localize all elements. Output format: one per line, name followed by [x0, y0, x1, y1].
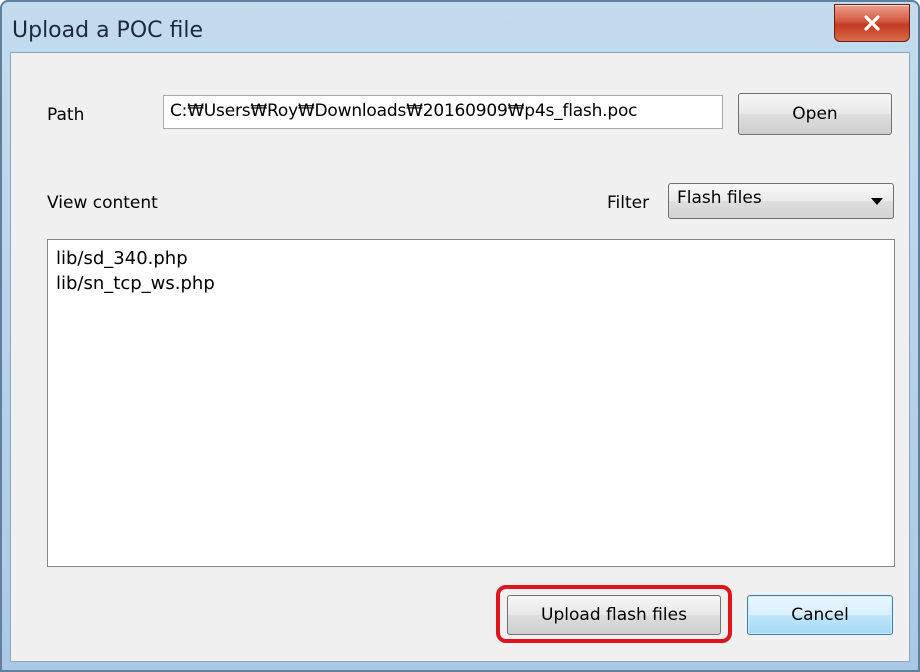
open-button[interactable]: Open	[738, 93, 892, 135]
chevron-down-icon	[871, 198, 883, 205]
cancel-button[interactable]: Cancel	[747, 595, 893, 635]
list-item[interactable]: lib/sn_tcp_ws.php	[56, 271, 886, 296]
window-title: Upload a POC file	[12, 18, 203, 43]
filter-dropdown[interactable]: Flash files	[668, 183, 894, 219]
path-input[interactable]: C:₩Users₩Roy₩Downloads₩20160909₩p4s_flas…	[163, 95, 723, 129]
close-button[interactable]	[834, 4, 910, 42]
path-label: Path	[47, 105, 85, 125]
dialog-window: Upload a POC file Path C:₩Users₩Roy₩Down…	[0, 0, 920, 672]
view-content-label: View content	[47, 193, 158, 213]
filter-selected-value: Flash files	[677, 188, 762, 208]
content-list[interactable]: lib/sd_340.php lib/sn_tcp_ws.php	[47, 239, 895, 567]
upload-flash-files-button[interactable]: Upload flash files	[507, 595, 721, 635]
list-item[interactable]: lib/sd_340.php	[56, 246, 886, 271]
dialog-body: Path C:₩Users₩Roy₩Downloads₩20160909₩p4s…	[10, 52, 910, 662]
filter-label: Filter	[607, 193, 650, 213]
close-icon	[863, 15, 881, 31]
